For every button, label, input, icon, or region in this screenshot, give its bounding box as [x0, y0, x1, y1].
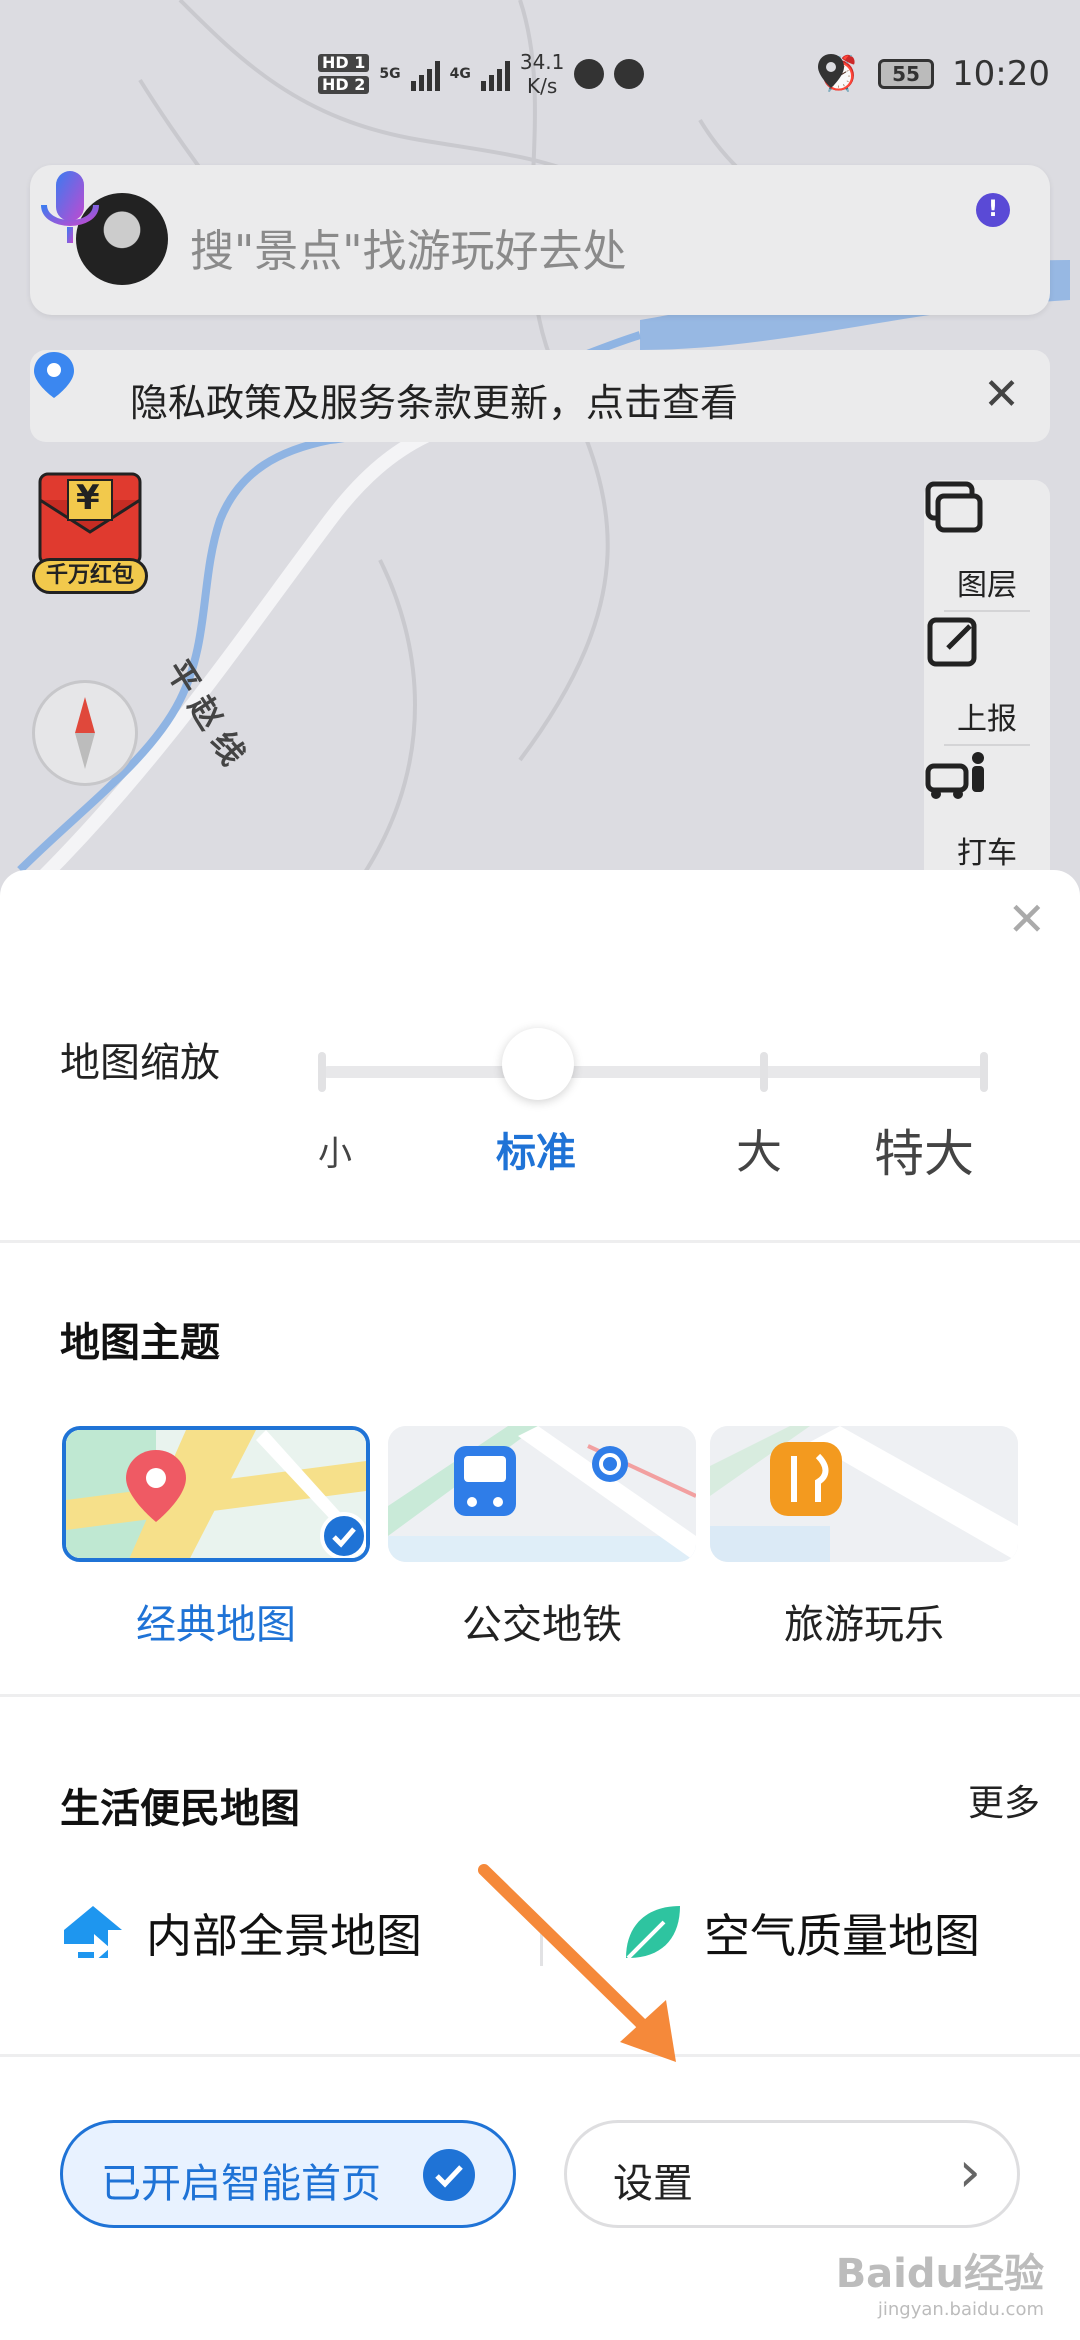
zoom-slider-track[interactable]: [322, 1066, 988, 1078]
status-bar: HD 1HD 2 5G 4G 34.1 K/s ⏰ 55 10:20: [0, 40, 1080, 120]
zoom-level-standard[interactable]: 标准: [496, 1120, 576, 1178]
map-tools-panel: 图层 上报 打车: [924, 480, 1050, 900]
theme-section-title: 地图主题: [60, 1320, 220, 1366]
settings-button[interactable]: 设置 ›: [564, 2120, 1020, 2228]
watermark-url: jingyan.baidu.com: [877, 2299, 1044, 2320]
location-icon: [817, 54, 844, 88]
red-envelope-promo[interactable]: ¥ 千万红包: [26, 470, 154, 600]
air-quality-map-label[interactable]: 空气质量地图: [704, 1900, 980, 1966]
status-left-group: HD 1 HD 2 5G 4G 34.1 K/s: [318, 50, 645, 98]
panorama-map-label[interactable]: 内部全景地图: [146, 1900, 422, 1966]
travel-map-thumbnail: [710, 1426, 1018, 1562]
annotation-arrow-icon: [478, 1864, 676, 2062]
privacy-shield-icon: [574, 59, 605, 89]
zoom-title: 地图缩放: [60, 1040, 220, 1086]
taxi-icon: [925, 752, 984, 799]
section-divider: [0, 1694, 1080, 1697]
theme-label-travel[interactable]: 旅游玩乐: [710, 1592, 1018, 1650]
network-speed: 34.1 K/s: [519, 50, 565, 98]
chevron-right-icon: ›: [958, 2140, 981, 2205]
report-edit-icon: [927, 617, 977, 667]
tool-taxi[interactable]: 打车: [924, 748, 1050, 878]
close-icon[interactable]: ✕: [983, 370, 1020, 420]
transit-map-thumbnail: [388, 1426, 696, 1562]
location-pin-icon: [34, 352, 74, 398]
more-link[interactable]: 更多: [968, 1774, 1040, 1826]
compass-needle-icon: [75, 697, 95, 769]
smart-home-label: 已开启智能首页: [101, 2161, 381, 2207]
baidu-watermark: Baidu经验 jingyan.baidu.com: [836, 2241, 1044, 2320]
search-placeholder[interactable]: 搜"景点"找游玩好去处: [190, 215, 626, 279]
layers-icon: [925, 481, 983, 533]
red-envelope-label: 千万红包: [32, 558, 148, 594]
search-bar[interactable]: 搜"景点"找游玩好去处 !: [30, 165, 1050, 315]
browser-globe-icon: [614, 59, 645, 89]
selected-check-icon: [320, 1512, 366, 1558]
battery-icon: 55: [878, 59, 935, 89]
status-right-group: ⏰ 55 10:20: [817, 54, 1050, 94]
zoom-tick: [760, 1052, 768, 1092]
settings-label: 设置: [613, 2161, 693, 2207]
zoom-tick: [318, 1052, 326, 1092]
privacy-notice-banner[interactable]: 隐私政策及服务条款更新，点击查看 ✕: [30, 350, 1050, 442]
tool-divider: [944, 744, 1030, 746]
voice-mic-icon[interactable]: [30, 165, 110, 255]
panorama-map-item[interactable]: 内部全景地图: [60, 1900, 422, 1966]
tool-divider: [944, 610, 1030, 612]
map-view[interactable]: 平赵线 HD 1HD 2 5G 4G 34.1 K/s ⏰ 55 10:20 搜…: [0, 0, 1080, 900]
zoom-level-large[interactable]: 大: [736, 1116, 782, 1182]
theme-card-travel[interactable]: [710, 1426, 1018, 1562]
zoom-slider-knob[interactable]: [502, 1028, 574, 1100]
theme-card-transit[interactable]: [388, 1426, 696, 1562]
check-icon: [423, 2149, 475, 2201]
watermark-brand: Baidu经验: [835, 2251, 1044, 2297]
panorama-arrow-icon: [64, 1906, 122, 1962]
section-divider: [0, 1240, 1080, 1243]
signal-bars-sim2-icon: [480, 57, 510, 91]
hd-indicators: HD 1 HD 2: [318, 54, 370, 94]
theme-label-transit[interactable]: 公交地铁: [388, 1592, 696, 1650]
tool-label: 上报: [957, 702, 1017, 737]
signal-bars-sim1-icon: [410, 57, 440, 91]
theme-label-classic[interactable]: 经典地图: [62, 1592, 370, 1650]
close-icon[interactable]: ✕: [1007, 896, 1046, 942]
mic-alert-badge: !: [976, 193, 1010, 227]
tool-layers[interactable]: 图层: [924, 480, 1050, 610]
zoom-level-xlarge[interactable]: 特大: [874, 1114, 974, 1186]
map-canvas: [17, 0, 1070, 885]
smart-home-toggle-button[interactable]: 已开启智能首页: [60, 2120, 516, 2228]
notice-text[interactable]: 隐私政策及服务条款更新，点击查看: [130, 372, 738, 427]
tool-report[interactable]: 上报: [924, 614, 1050, 744]
net-5g-label: 5G: [379, 66, 401, 82]
zoom-tick: [980, 1052, 988, 1092]
tool-label: 打车: [957, 836, 1017, 871]
net-4g-label: 4G: [449, 66, 471, 82]
yen-symbol: ¥: [76, 478, 100, 518]
zoom-level-small[interactable]: 小: [318, 1126, 352, 1175]
tool-label: 图层: [957, 568, 1017, 603]
theme-card-classic[interactable]: [62, 1426, 370, 1562]
clock: 10:20: [952, 54, 1050, 94]
map-settings-sheet: ✕ 地图缩放 小 标准 大 特大 地图主题 经典地图 公交地铁 旅游玩乐 生活便…: [0, 870, 1080, 2340]
life-section-title: 生活便民地图: [60, 1786, 300, 1832]
compass-button[interactable]: [32, 680, 138, 786]
